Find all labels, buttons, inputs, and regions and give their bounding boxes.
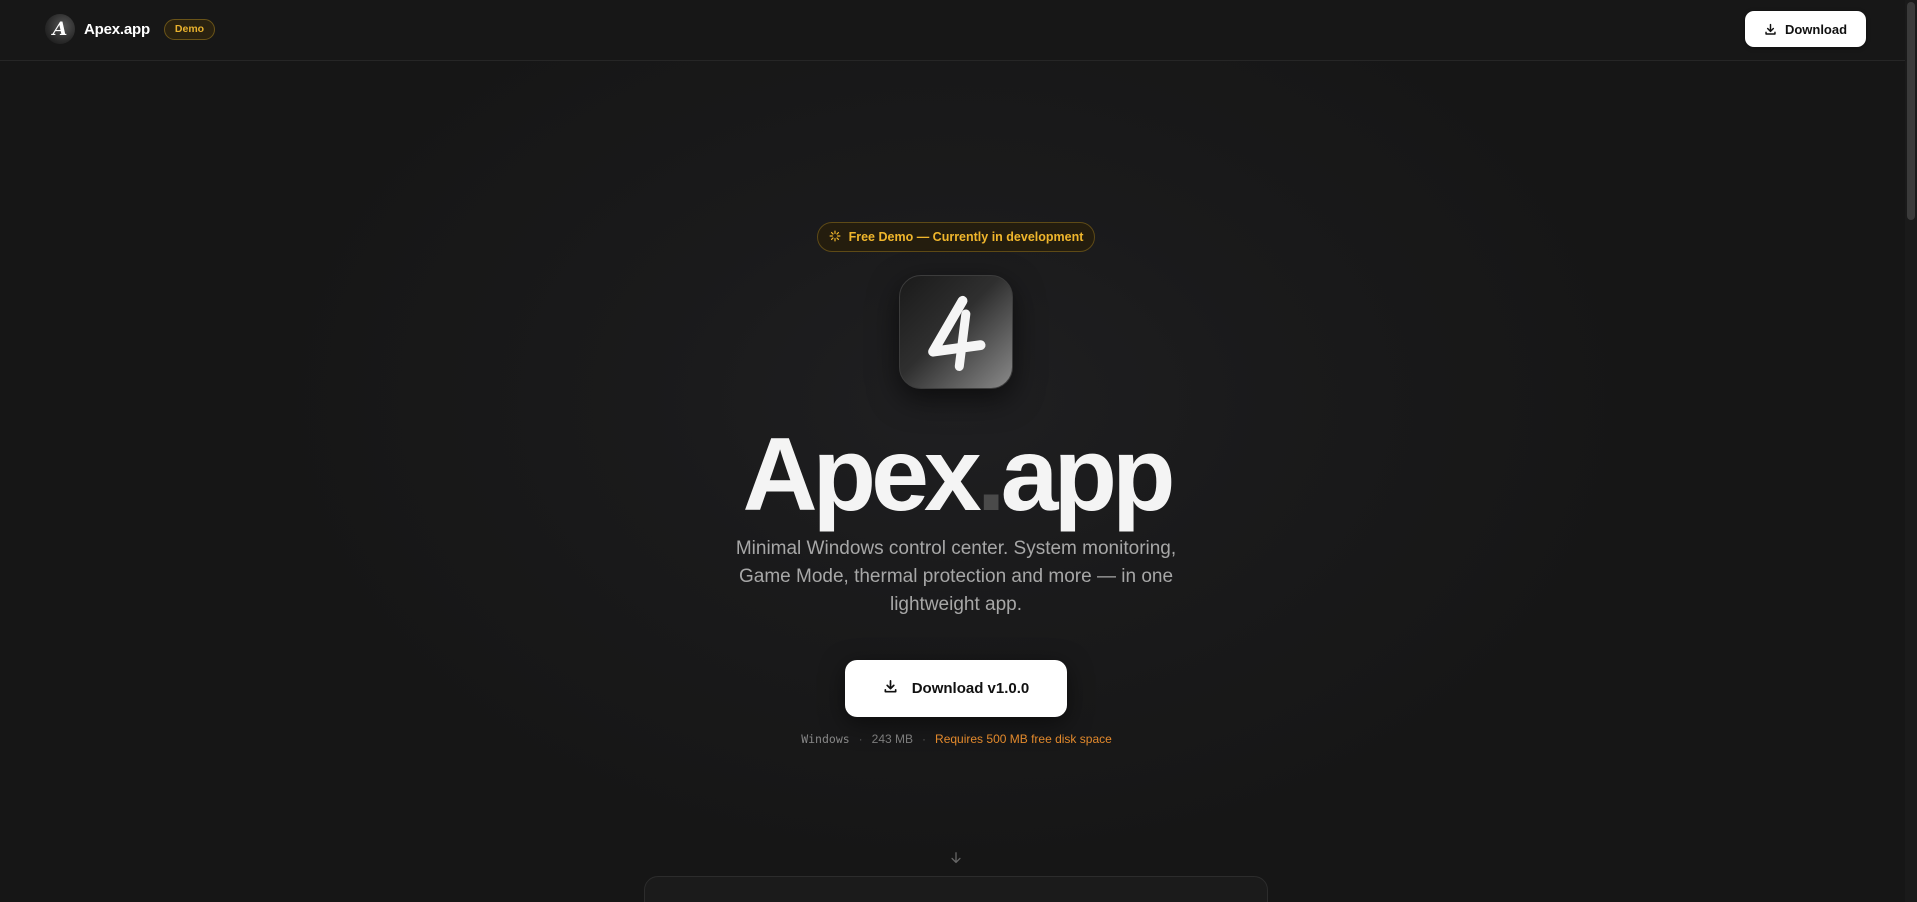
download-meta: Windows · 243 MB · Requires 500 MB free … bbox=[0, 732, 1913, 746]
dev-status-text: Free Demo — Currently in development bbox=[848, 230, 1084, 244]
disk-requirement: Requires 500 MB free disk space bbox=[935, 732, 1112, 746]
nav-download-label: Download bbox=[1784, 21, 1848, 37]
hero-download-button[interactable]: Download v1.0.0 bbox=[845, 660, 1067, 717]
file-size: 243 MB bbox=[871, 732, 914, 746]
download-icon bbox=[1764, 23, 1777, 36]
sparkle-icon bbox=[829, 230, 841, 245]
brand[interactable]: A Apex.app Demo bbox=[45, 14, 216, 44]
app-preview-card bbox=[644, 876, 1268, 902]
top-nav: A Apex.app Demo Download bbox=[0, 0, 1905, 61]
meta-separator: · bbox=[922, 732, 927, 746]
download-icon bbox=[883, 679, 898, 698]
app-icon bbox=[899, 275, 1013, 389]
hero-title: Apex.app bbox=[0, 415, 1913, 535]
hero-title-suffix: app bbox=[1000, 417, 1176, 533]
app-icon-letter-mark bbox=[928, 295, 986, 371]
dev-status-pill: Free Demo — Currently in development bbox=[817, 222, 1095, 252]
meta-separator: · bbox=[858, 732, 863, 746]
brand-name: Apex.app bbox=[84, 20, 150, 38]
arrow-down-icon[interactable] bbox=[949, 851, 963, 865]
platform-label: Windows bbox=[801, 732, 850, 746]
hero-title-main: Apex bbox=[742, 417, 981, 533]
demo-badge: Demo bbox=[163, 18, 216, 40]
nav-download-button[interactable]: Download bbox=[1745, 11, 1866, 47]
hero-title-dot: . bbox=[976, 417, 1006, 533]
scroll-thumb[interactable] bbox=[1907, 2, 1915, 220]
hero-subtitle: Minimal Windows control center. System m… bbox=[735, 538, 1177, 615]
brand-logo: A bbox=[45, 14, 75, 44]
hero-download-label: Download v1.0.0 bbox=[911, 680, 1030, 697]
